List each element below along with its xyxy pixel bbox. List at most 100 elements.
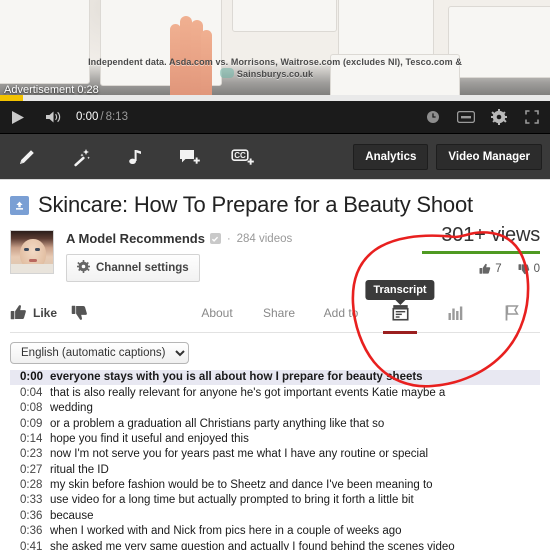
- title-row: Skincare: How To Prepare for a Beauty Sh…: [10, 180, 540, 224]
- views-cluster: 301+ views 7 0: [340, 224, 540, 275]
- transcript-text: she asked me very same question and actu…: [50, 540, 455, 550]
- rating-row: 7 0: [340, 263, 540, 275]
- time-separator: /: [100, 111, 104, 123]
- watch-later-button[interactable]: [416, 101, 449, 134]
- page-content: Skincare: How To Prepare for a Beauty Sh…: [0, 180, 550, 550]
- volume-button[interactable]: [36, 101, 70, 134]
- transcript-line[interactable]: 0:36 because: [10, 508, 540, 523]
- volume-icon: [45, 111, 60, 123]
- transcript-text: or a problem a graduation all Christians…: [50, 417, 385, 430]
- background-paper: [232, 0, 337, 32]
- video-player[interactable]: Independent data. Asda.com vs. Morrisons…: [0, 0, 550, 101]
- view-count: 301+ views: [441, 224, 540, 246]
- annotation-add-icon: [180, 149, 200, 164]
- audio-button[interactable]: [108, 134, 162, 180]
- transcript-line[interactable]: 0:08 wedding: [10, 401, 540, 416]
- transcript-text: because: [50, 509, 94, 522]
- ad-overlay-text: Independent data. Asda.com vs. Morrisons…: [88, 57, 462, 79]
- transcript-panel: English (automatic captions) 0:00 everyo…: [10, 333, 540, 550]
- thumbs-down-icon: [518, 264, 529, 275]
- transcript-time: 0:09: [20, 417, 43, 430]
- pencil-icon: [20, 149, 34, 164]
- channel-meta: A Model Recommends · 284 videos Channel …: [54, 230, 292, 282]
- transcript-time: 0:23: [20, 448, 43, 461]
- transcript-text: ritual the ID: [50, 463, 109, 476]
- transcript-line[interactable]: 0:36 when I worked with and Nick from pi…: [10, 524, 540, 539]
- transcript-time: 0:36: [20, 525, 43, 538]
- channel-settings-label: Channel settings: [96, 262, 189, 274]
- transcript-line[interactable]: 0:28 my skin before fashion would be to …: [10, 478, 540, 493]
- transcript-text: now I'm not serve you for years past me …: [50, 448, 429, 461]
- tab-share[interactable]: Share: [248, 293, 310, 333]
- flag-icon: [505, 304, 519, 320]
- enhancements-button[interactable]: [54, 134, 108, 180]
- caption-language-select[interactable]: English (automatic captions): [10, 342, 189, 364]
- transcript-text: that is also really relevant for anyone …: [50, 386, 446, 399]
- dislike-count: 0: [533, 263, 540, 275]
- like-button[interactable]: Like: [10, 304, 57, 321]
- transcript-line[interactable]: 0:33 use video for a long time but actua…: [10, 493, 540, 508]
- youtube-video-page: Independent data. Asda.com vs. Morrisons…: [0, 0, 550, 550]
- transcript-line[interactable]: 0:14 hope you find it useful and enjoyed…: [10, 432, 540, 447]
- transcript-time: 0:33: [20, 494, 43, 507]
- tab-transcript[interactable]: Transcript: [365, 279, 435, 333]
- annotations-button[interactable]: [162, 134, 216, 180]
- transcript-tooltip: Transcript: [365, 279, 435, 300]
- fullscreen-button[interactable]: [515, 101, 548, 134]
- watch-later-icon: [426, 111, 439, 123]
- hand-image: [168, 6, 234, 101]
- transcript-line[interactable]: 0:41 she asked me very same question and…: [10, 539, 540, 550]
- transcript-line[interactable]: 0:09 or a problem a graduation all Chris…: [10, 416, 540, 431]
- channel-name[interactable]: A Model Recommends: [66, 231, 205, 246]
- edit-info-button[interactable]: [0, 134, 54, 180]
- transcript-text: my skin before fashion would be to Sheet…: [50, 479, 433, 492]
- like-count-item[interactable]: 7: [479, 263, 502, 275]
- dislike-button[interactable]: [71, 304, 88, 321]
- transcript-time: 0:14: [20, 432, 43, 445]
- magic-wand-icon: [74, 148, 90, 166]
- tab-report[interactable]: [484, 293, 540, 333]
- like-label: Like: [33, 305, 58, 320]
- cc-add-icon: CC: [231, 148, 254, 165]
- transcript-line[interactable]: 0:04 that is also really relevant for an…: [10, 385, 540, 400]
- dislike-count-item[interactable]: 0: [518, 263, 540, 275]
- channel-row: A Model Recommends · 284 videos Channel …: [10, 224, 540, 282]
- captions-button[interactable]: [449, 101, 482, 134]
- play-button[interactable]: [0, 101, 36, 134]
- tab-statistics[interactable]: [428, 293, 484, 333]
- channel-settings-button[interactable]: Channel settings: [66, 254, 200, 282]
- verified-badge-icon: [209, 233, 221, 244]
- page-title: Skincare: How To Prepare for a Beauty Sh…: [38, 192, 473, 217]
- bar-chart-icon: [448, 306, 463, 320]
- player-control-bar: 0:00/8:13: [0, 101, 550, 134]
- tab-add-to[interactable]: Add to: [310, 293, 372, 333]
- settings-button[interactable]: [482, 101, 515, 134]
- transcript-icon: [391, 305, 409, 321]
- transcript-time: 0:41: [20, 540, 43, 550]
- tab-about[interactable]: About: [186, 293, 248, 333]
- transcript-line[interactable]: 0:23 now I'm not serve you for years pas…: [10, 447, 540, 462]
- transcript-line[interactable]: 0:27 ritual the ID: [10, 462, 540, 477]
- meta-separator: ·: [226, 232, 231, 245]
- transcript-text: hope you find it useful and enjoyed this: [50, 432, 249, 445]
- fullscreen-icon: [524, 110, 539, 124]
- gear-icon: [77, 260, 90, 276]
- transcript-time: 0:36: [20, 509, 43, 522]
- time-display: 0:00/8:13: [76, 111, 128, 123]
- analytics-button[interactable]: Analytics: [353, 143, 429, 170]
- thumbs-down-icon: [71, 305, 87, 320]
- video-count: 284 videos: [236, 232, 293, 245]
- transcript-time: 0:04: [20, 386, 43, 399]
- transcript-list: 0:00 everyone stays with you is all abou…: [10, 370, 540, 550]
- avatar[interactable]: [10, 230, 54, 274]
- gear-icon: [490, 109, 507, 125]
- like-ratio-bar: [422, 251, 540, 254]
- video-edit-toolbar: CC Analytics Video Manager: [0, 134, 550, 180]
- action-bar: Like About Share Add to Transcript: [10, 279, 540, 333]
- transcript-line[interactable]: 0:00 everyone stays with you is all abou…: [10, 370, 540, 386]
- current-time: 0:00: [76, 111, 99, 123]
- like-count: 7: [495, 263, 502, 275]
- transcript-text: wedding: [50, 402, 93, 415]
- video-manager-button[interactable]: Video Manager: [436, 143, 542, 170]
- subtitles-cc-button[interactable]: CC: [216, 134, 270, 180]
